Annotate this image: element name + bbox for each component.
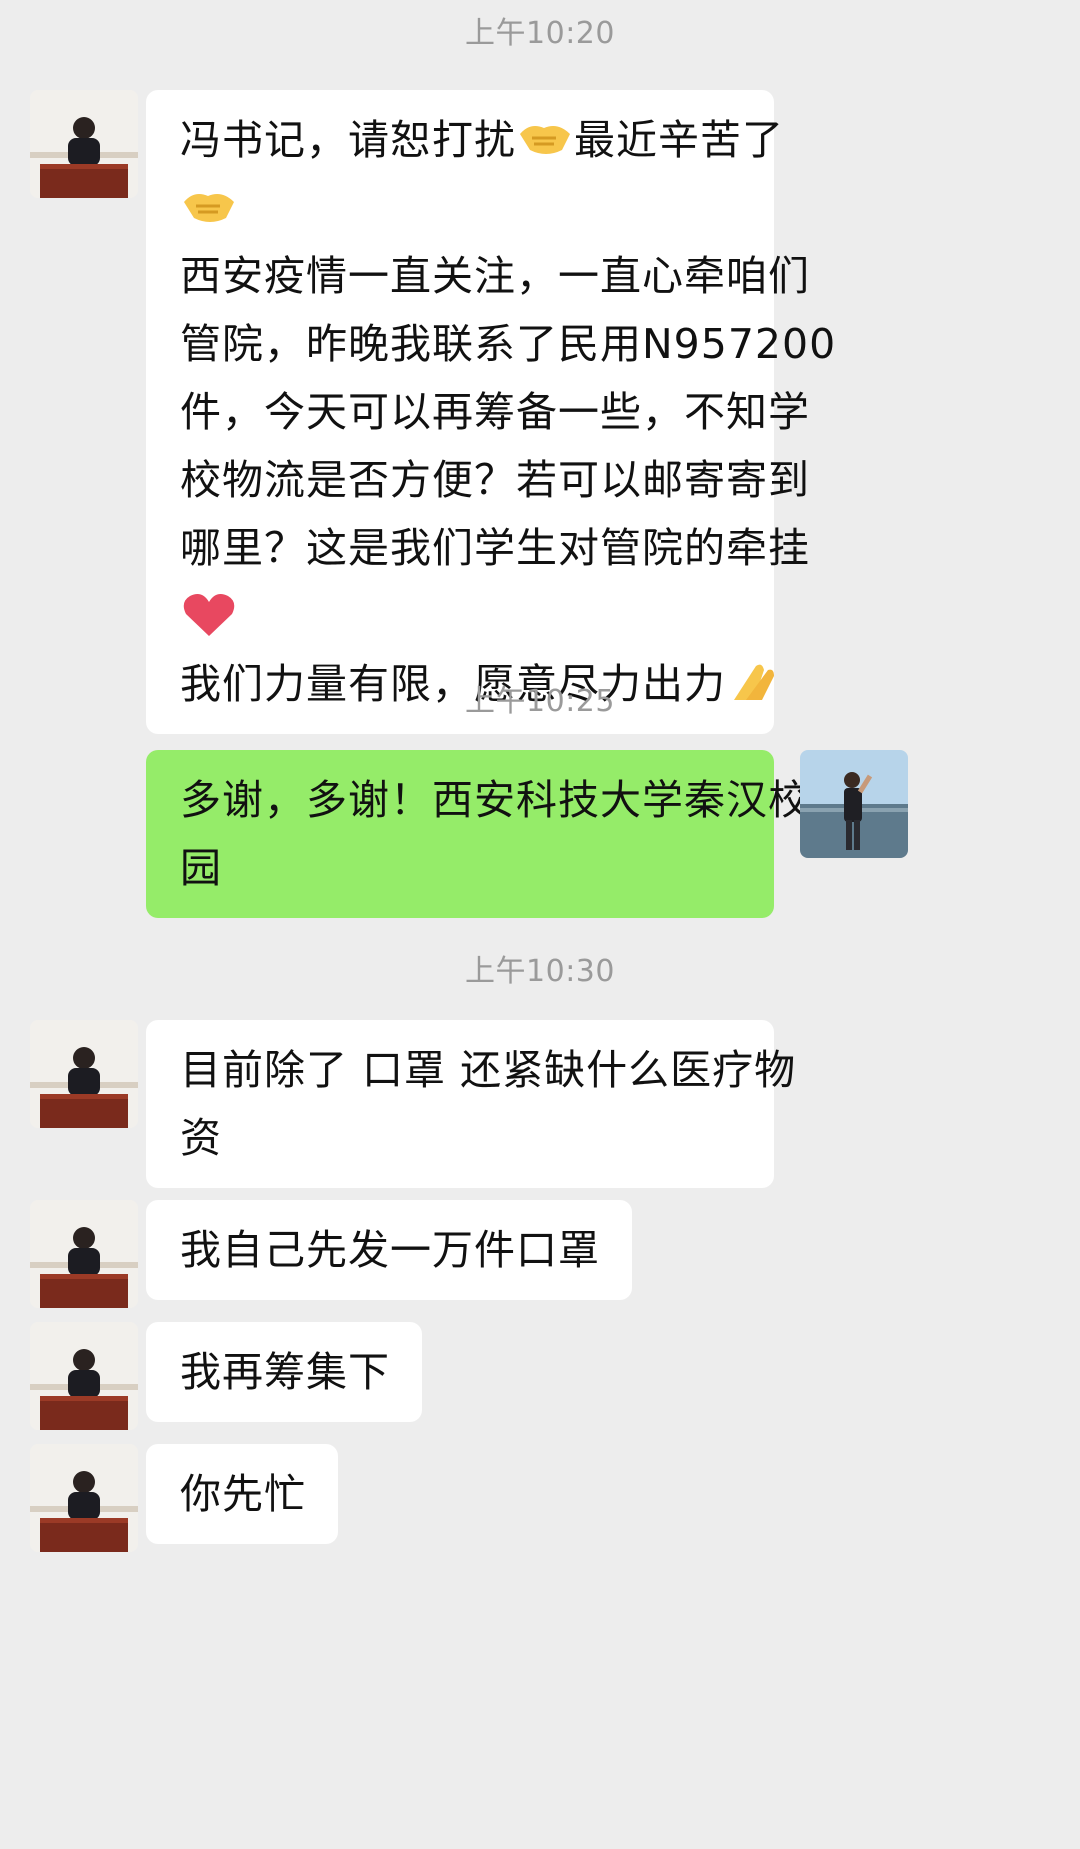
message-bubble-incoming[interactable]: 目前除了 口罩 还紧缺什么医疗物 资 — [146, 1020, 797, 1188]
message-text: 管院，昨晚我联系了民用N957200 — [180, 320, 837, 368]
message-text: 件，今天可以再筹备一些，不知学 — [180, 388, 810, 436]
contact-avatar[interactable] — [30, 1200, 138, 1308]
heart-emoji — [180, 592, 238, 636]
contact-avatar[interactable] — [30, 1444, 138, 1552]
message-text: 西安疫情一直关注，一直心牵咱们 — [180, 252, 810, 300]
contact-avatar[interactable] — [30, 1322, 138, 1430]
contact-avatar[interactable] — [30, 1020, 138, 1128]
message-text: 我再筹集下 — [180, 1348, 390, 1396]
message-bubble-outgoing[interactable]: 多谢，多谢！西安科技大学秦汉校 园 — [146, 750, 810, 918]
message-text: 我自己先发一万件口罩 — [180, 1226, 600, 1274]
message-text: 目前除了 口罩 还紧缺什么医疗物 — [180, 1046, 797, 1094]
timestamp: 上午10:20 — [465, 16, 615, 51]
message-text: 你先忙 — [180, 1470, 306, 1518]
message-text: 哪里？这是我们学生对管院的牵挂 — [180, 524, 810, 572]
handshake-emoji — [516, 116, 574, 160]
contact-avatar[interactable] — [30, 90, 138, 198]
message-text: 多谢，多谢！西安科技大学秦汉校 — [180, 776, 810, 824]
message-text: 资 — [180, 1114, 222, 1162]
message-bubble-incoming[interactable]: 我自己先发一万件口罩 — [146, 1200, 632, 1300]
handshake-emoji — [180, 184, 238, 228]
message-text: 最近辛苦了 — [574, 116, 784, 164]
timestamp: 上午10:25 — [465, 684, 615, 719]
message-bubble-incoming[interactable]: 我再筹集下 — [146, 1322, 422, 1422]
message-bubble-incoming[interactable]: 冯书记，请恕打扰 最近辛苦了 西安疫情一直关注，一直心牵咱们 管院，昨晚我联系了民… — [146, 90, 837, 734]
message-text: 冯书记，请恕打扰 — [180, 116, 516, 164]
timestamp: 上午10:30 — [465, 954, 615, 989]
message-bubble-incoming[interactable]: 你先忙 — [146, 1444, 338, 1544]
message-text: 园 — [180, 844, 222, 892]
message-text: 校物流是否方便？若可以邮寄寄到 — [180, 456, 810, 504]
my-avatar[interactable] — [800, 750, 908, 858]
